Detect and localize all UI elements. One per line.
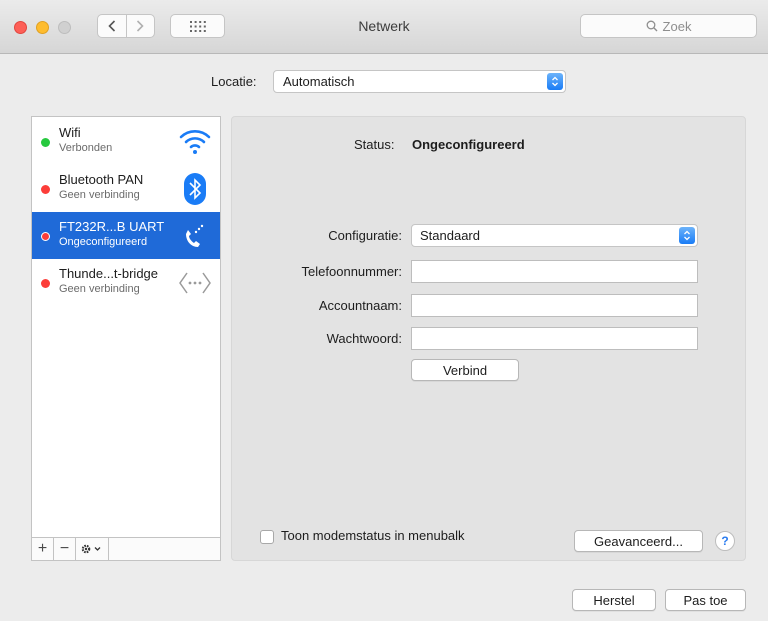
- configuration-label: Configuratie:: [328, 228, 402, 243]
- status-dot-red: [41, 279, 50, 288]
- wifi-icon: [178, 125, 212, 159]
- search-placeholder: Zoek: [662, 18, 692, 34]
- configuration-select-stepper: [679, 227, 695, 244]
- service-name: FT232R...B UART: [59, 219, 165, 234]
- phone-icon: [178, 219, 212, 253]
- search-field[interactable]: Zoek: [580, 14, 757, 38]
- account-name-label: Accountnaam:: [318, 298, 402, 313]
- password-label: Wachtwoord:: [326, 331, 402, 346]
- password-field[interactable]: [411, 327, 698, 350]
- service-name: Wifi: [59, 125, 81, 140]
- account-name-field[interactable]: [411, 294, 698, 317]
- modem-status-checkbox-label: Toon modemstatus in menubalk: [281, 528, 465, 543]
- advanced-button[interactable]: Geavanceerd...: [574, 530, 703, 552]
- network-preferences-window: Netwerk Zoek Locatie: Automatisch Wifi V…: [0, 0, 768, 621]
- revert-button[interactable]: Herstel: [572, 589, 656, 611]
- status-dot-green: [41, 138, 50, 147]
- location-select-stepper: [547, 73, 563, 90]
- add-service-button[interactable]: +: [32, 538, 54, 560]
- status-dot-red: [41, 232, 50, 241]
- phone-number-field[interactable]: [411, 260, 698, 283]
- status-dot-red: [41, 185, 50, 194]
- search-icon: [646, 20, 658, 32]
- title-bar: Netwerk Zoek: [0, 0, 768, 54]
- service-item-thunderbolt-bridge[interactable]: Thunde...t-bridge Geen verbinding: [32, 259, 220, 306]
- connect-button[interactable]: Verbind: [411, 359, 519, 381]
- help-button[interactable]: ?: [715, 531, 735, 551]
- location-select[interactable]: Automatisch: [273, 70, 566, 93]
- configuration-select[interactable]: Standaard: [411, 224, 698, 247]
- up-down-chevron-icon: [684, 230, 690, 241]
- service-status: Ongeconfigureerd: [59, 236, 148, 248]
- service-item-bluetooth-pan[interactable]: Bluetooth PAN Geen verbinding: [32, 165, 220, 212]
- configuration-value: Standaard: [420, 228, 480, 243]
- service-item-wifi[interactable]: Wifi Verbonden: [32, 118, 220, 165]
- service-name: Thunde...t-bridge: [59, 266, 159, 281]
- apply-button[interactable]: Pas toe: [665, 589, 746, 611]
- service-status: Geen verbinding: [59, 189, 140, 201]
- action-menu-button[interactable]: [76, 538, 109, 560]
- service-status: Verbonden: [59, 142, 113, 154]
- bluetooth-icon: [178, 172, 212, 206]
- gear-icon: [81, 544, 101, 554]
- location-label: Locatie:: [211, 74, 257, 89]
- service-item-ft232r-uart[interactable]: FT232R...B UART Ongeconfigureerd: [32, 212, 220, 259]
- phone-number-label: Telefoonnummer:: [301, 264, 402, 279]
- up-down-chevron-icon: [552, 76, 558, 87]
- service-list-toolbar: + −: [31, 538, 221, 561]
- thunderbolt-bridge-icon: [178, 266, 212, 300]
- service-name: Bluetooth PAN: [59, 172, 144, 187]
- location-value: Automatisch: [283, 74, 355, 89]
- status-value: Ongeconfigureerd: [412, 137, 525, 152]
- service-list: Wifi Verbonden Bluetooth PAN Geen verbin…: [31, 116, 221, 538]
- status-label: Status:: [354, 137, 395, 152]
- remove-service-button[interactable]: −: [54, 538, 76, 560]
- modem-status-checkbox[interactable]: [260, 530, 274, 544]
- service-status: Geen verbinding: [59, 283, 140, 295]
